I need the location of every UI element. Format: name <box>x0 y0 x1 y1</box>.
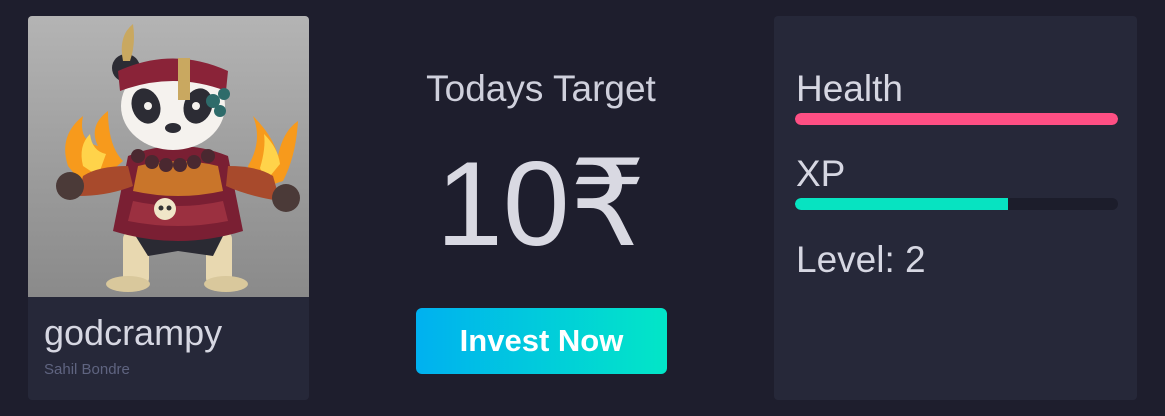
avatar <box>28 16 309 297</box>
profile-card: godcrampy Sahil Bondre <box>28 16 309 400</box>
health-bar <box>795 113 1118 125</box>
invest-now-button[interactable]: Invest Now <box>416 308 667 374</box>
xp-bar <box>795 198 1118 210</box>
panda-warrior-avatar-image <box>56 24 300 292</box>
username: godcrampy <box>44 312 223 353</box>
target-title: Todays Target <box>426 68 656 109</box>
stats-card: Health XP Level: 2 <box>774 16 1137 400</box>
xp-label: XP <box>796 153 846 194</box>
target-panel: Todays Target 10₹ Invest Now <box>360 16 722 400</box>
health-label: Health <box>796 68 903 109</box>
xp-bar-fill <box>795 198 1009 210</box>
level-text: Level: 2 <box>796 239 926 280</box>
target-amount: 10₹ <box>436 137 646 271</box>
real-name: Sahil Bondre <box>44 361 130 378</box>
health-bar-fill <box>795 113 1118 125</box>
